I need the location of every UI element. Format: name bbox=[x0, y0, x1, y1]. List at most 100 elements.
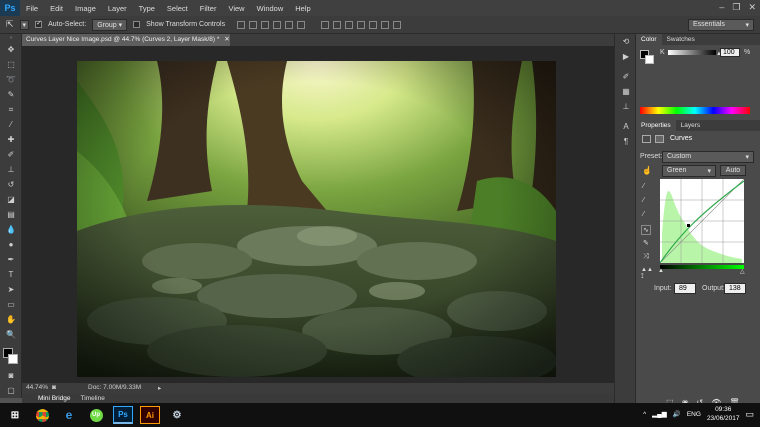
background-color-swatch[interactable] bbox=[8, 354, 18, 364]
upwork-icon[interactable]: Up bbox=[86, 406, 106, 424]
tab-mini-bridge[interactable]: Mini Bridge bbox=[38, 395, 71, 402]
minimize-icon[interactable]: – bbox=[719, 2, 724, 13]
menu-file[interactable]: File bbox=[20, 4, 44, 13]
clone-source-icon[interactable]: ⊥ bbox=[616, 102, 636, 114]
menu-select[interactable]: Select bbox=[161, 4, 194, 13]
align-right-icon[interactable] bbox=[297, 20, 306, 29]
sample-white-eyedropper-icon[interactable]: ⁄ bbox=[643, 211, 644, 218]
quick-mask-icon[interactable]: ◙ bbox=[0, 368, 22, 383]
sample-black-eyedropper-icon[interactable]: ⁄ bbox=[643, 183, 644, 190]
menu-window[interactable]: Window bbox=[251, 4, 290, 13]
actions-panel-icon[interactable]: ▶ bbox=[616, 52, 636, 64]
tab-swatches[interactable]: Swatches bbox=[662, 36, 700, 43]
paragraph-panel-icon[interactable]: ¶ bbox=[616, 137, 636, 149]
workspace-dropdown[interactable]: Essentials ▾ bbox=[688, 19, 754, 31]
hand-tool[interactable]: ✋ bbox=[0, 312, 22, 327]
channel-dropdown[interactable]: Green ▾ bbox=[662, 165, 716, 177]
close-icon[interactable]: ✕ bbox=[748, 2, 756, 13]
document-tab[interactable]: Curves Layer Nice Image.psd @ 44.7% (Cur… bbox=[22, 34, 230, 46]
document-tab-close-icon[interactable]: ✕ bbox=[224, 36, 229, 43]
tab-timeline[interactable]: Timeline bbox=[81, 395, 105, 402]
history-brush-tool[interactable]: ↺ bbox=[0, 177, 22, 192]
eraser-tool[interactable]: ◪ bbox=[0, 192, 22, 207]
menu-edit[interactable]: Edit bbox=[44, 4, 69, 13]
distribute-right-icon[interactable] bbox=[381, 20, 390, 29]
network-icon[interactable]: ▂▄▆ bbox=[652, 410, 667, 418]
eyedropper-tool[interactable]: ⁄ bbox=[0, 117, 22, 132]
tab-layers[interactable]: Layers bbox=[676, 122, 706, 129]
output-value-field[interactable]: 138 bbox=[724, 283, 746, 294]
action-center-icon[interactable]: ▭ bbox=[745, 409, 754, 420]
curve-smooth-icon[interactable]: ⤨ bbox=[643, 253, 649, 261]
k-slider[interactable] bbox=[668, 50, 716, 55]
tab-properties[interactable]: Properties bbox=[636, 120, 676, 131]
menu-help[interactable]: Help bbox=[289, 4, 316, 13]
blur-tool[interactable]: 💧 bbox=[0, 222, 22, 237]
healing-brush-tool[interactable]: ✚ bbox=[0, 132, 22, 147]
volume-icon[interactable]: 🔊 bbox=[673, 410, 681, 418]
sample-gray-eyedropper-icon[interactable]: ⁄ bbox=[643, 197, 644, 204]
character-panel-icon[interactable]: A bbox=[616, 122, 636, 134]
k-value-input[interactable]: 100 bbox=[720, 48, 740, 57]
mask-icon[interactable] bbox=[655, 135, 664, 143]
distribute-left-icon[interactable] bbox=[357, 20, 366, 29]
keyboard-language[interactable]: ENG bbox=[687, 411, 701, 418]
auto-button[interactable]: Auto bbox=[720, 165, 746, 176]
chrome-icon[interactable] bbox=[32, 406, 52, 424]
histogram-eyedropper-icon[interactable]: ⟟ bbox=[641, 273, 644, 281]
tool-preset-picker[interactable]: ▾ bbox=[19, 19, 30, 30]
preset-dropdown[interactable]: Custom ▾ bbox=[662, 151, 754, 163]
menu-type[interactable]: Type bbox=[133, 4, 161, 13]
zoom-level[interactable]: 44.74% bbox=[26, 384, 48, 391]
zoom-tool[interactable]: 🔍 bbox=[0, 327, 22, 342]
curves-adjustment-icon[interactable] bbox=[642, 135, 651, 143]
crop-tool[interactable]: ⌗ bbox=[0, 102, 22, 117]
illustrator-taskbar-icon[interactable]: Ai bbox=[140, 406, 160, 424]
gradient-tool[interactable]: ▤ bbox=[0, 207, 22, 222]
menu-filter[interactable]: Filter bbox=[194, 4, 223, 13]
color-swatches[interactable] bbox=[0, 346, 22, 368]
color-bg-swatch[interactable] bbox=[645, 55, 654, 64]
curves-graph[interactable] bbox=[660, 179, 744, 263]
clock[interactable]: 09:36 23/06/2017 bbox=[707, 405, 740, 423]
distribute-hcenter-icon[interactable] bbox=[369, 20, 378, 29]
align-top-icon[interactable] bbox=[237, 20, 246, 29]
input-value-field[interactable]: 89 bbox=[674, 283, 696, 294]
align-vcenter-icon[interactable] bbox=[249, 20, 258, 29]
steam-icon[interactable]: ⚙ bbox=[167, 406, 187, 424]
move-tool-icon[interactable]: ⇱ bbox=[6, 19, 14, 30]
pen-tool[interactable]: ✒ bbox=[0, 252, 22, 267]
path-select-tool[interactable]: ➤ bbox=[0, 282, 22, 297]
edge-icon[interactable]: e bbox=[59, 406, 79, 424]
canvas-area[interactable] bbox=[22, 46, 614, 383]
menu-image[interactable]: Image bbox=[69, 4, 102, 13]
brush-tool[interactable]: ✐ bbox=[0, 147, 22, 162]
shape-tool[interactable]: ▭ bbox=[0, 297, 22, 312]
on-image-adjust-icon[interactable]: ☝ bbox=[642, 166, 652, 175]
lasso-tool[interactable]: ➰ bbox=[0, 72, 22, 87]
forest-photo[interactable] bbox=[77, 61, 556, 377]
marquee-tool[interactable]: ⬚ bbox=[0, 57, 22, 72]
windows-start-icon[interactable]: ⊞ bbox=[5, 406, 25, 424]
status-info-icon[interactable]: ◙ bbox=[52, 384, 56, 391]
black-point-slider-icon[interactable]: ▲ bbox=[658, 268, 664, 274]
white-point-slider-icon[interactable]: △ bbox=[740, 268, 745, 275]
tab-color[interactable]: Color bbox=[636, 34, 662, 45]
curve-edit-points-icon[interactable]: ∿ bbox=[641, 225, 651, 235]
screen-mode-icon[interactable]: ▢ bbox=[0, 383, 22, 398]
type-tool[interactable]: T bbox=[0, 267, 22, 282]
move-tool[interactable]: ✥ bbox=[0, 42, 22, 57]
show-transform-checkbox[interactable] bbox=[133, 21, 141, 28]
distribute-top-icon[interactable] bbox=[321, 20, 330, 29]
distribute-vcenter-icon[interactable] bbox=[333, 20, 342, 29]
menu-view[interactable]: View bbox=[222, 4, 250, 13]
toolbar-collapse-icon[interactable]: » bbox=[0, 34, 22, 42]
curve-draw-icon[interactable]: ✎ bbox=[643, 239, 649, 247]
history-panel-icon[interactable]: ⟲ bbox=[616, 37, 636, 49]
distribute-bottom-icon[interactable] bbox=[345, 20, 354, 29]
brush-presets-icon[interactable]: ▦ bbox=[616, 87, 636, 99]
menu-layer[interactable]: Layer bbox=[102, 4, 133, 13]
status-menu-arrow-icon[interactable]: ▸ bbox=[158, 384, 161, 392]
align-hcenter-icon[interactable] bbox=[285, 20, 294, 29]
auto-align-icon[interactable] bbox=[393, 20, 402, 29]
